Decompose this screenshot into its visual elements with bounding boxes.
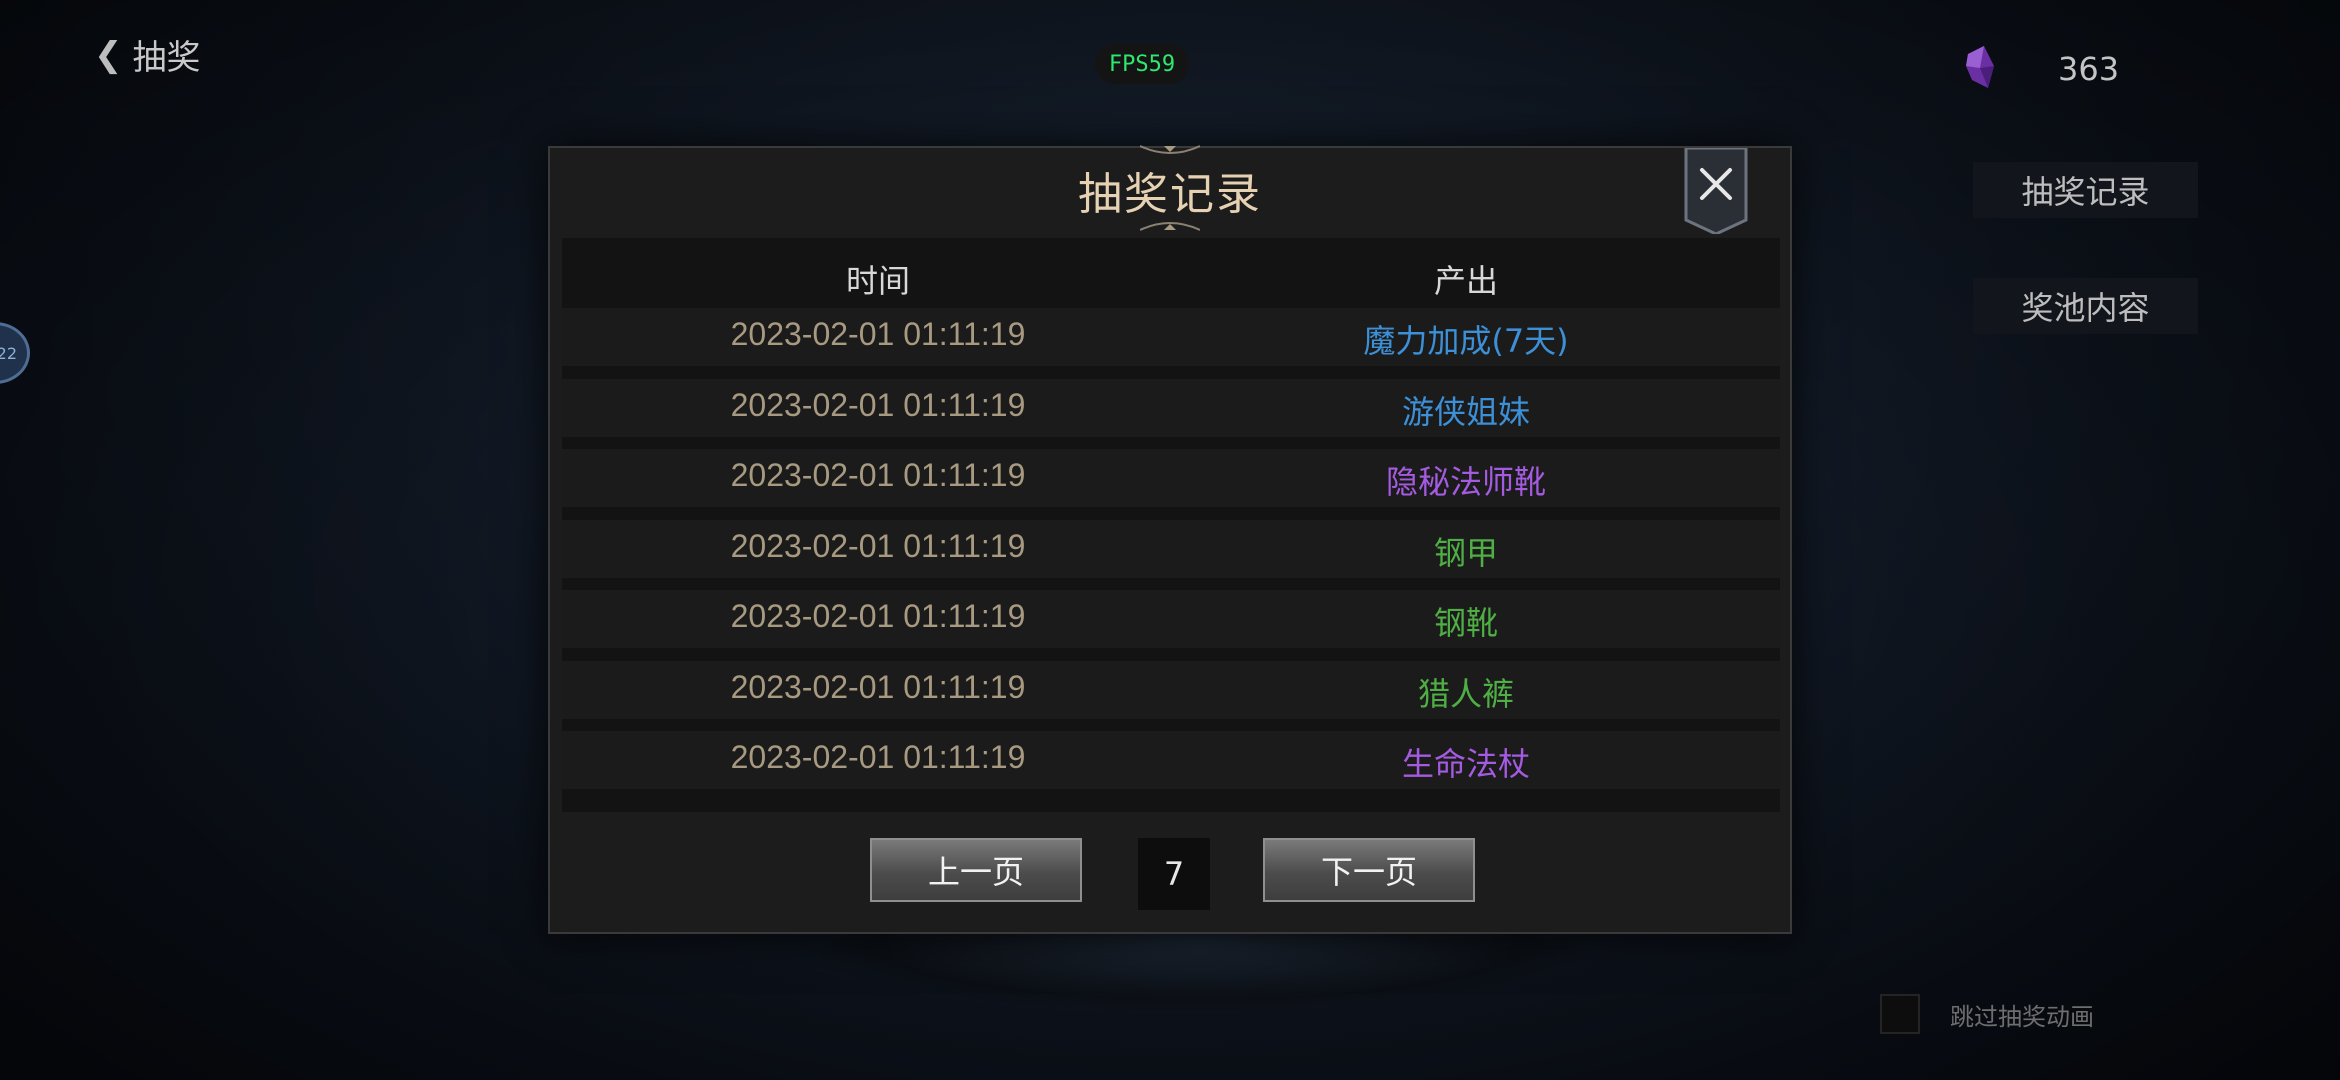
close-button[interactable] — [1684, 148, 1748, 234]
column-time: 时间 — [845, 262, 911, 300]
row-time: 2023-02-01 01:11:19 — [730, 316, 1026, 352]
row-time: 2023-02-01 01:11:19 — [730, 739, 1026, 775]
row-item: 隐秘法师靴 — [1385, 463, 1547, 501]
skip-animation-label: 跳过抽奖动画 — [1950, 1002, 2094, 1031]
table-row: 2023-02-01 01:11:19 游侠姐妹 — [562, 378, 1780, 437]
chevron-left-icon: ❮ — [94, 34, 123, 75]
column-output: 产出 — [1433, 262, 1499, 300]
row-time: 2023-02-01 01:11:19 — [730, 527, 1026, 564]
row-item: 猎人裤 — [1417, 674, 1515, 713]
draw-record-button[interactable]: 抽奖记录 — [1973, 162, 2198, 218]
avatar-badge[interactable]: 22 — [0, 322, 30, 384]
row-item: 钢靴 — [1433, 604, 1499, 642]
table-row: 2023-02-01 01:11:19 魔力加成(7天) — [562, 308, 1780, 366]
table-header: 时间 产出 — [562, 238, 1780, 310]
table-row: 2023-02-01 01:11:19 钢甲 — [562, 519, 1780, 578]
prev-page-button[interactable]: 上一页 — [870, 838, 1082, 902]
table-row: 2023-02-01 01:11:19 钢靴 — [562, 590, 1780, 648]
currency-count: 363 — [2058, 50, 2120, 88]
purple-crystal-icon — [1966, 46, 1994, 88]
row-item: 生命法杖 — [1401, 745, 1531, 783]
table-row: 2023-02-01 01:11:19 猎人裤 — [562, 660, 1780, 719]
row-time: 2023-02-01 01:11:19 — [730, 386, 1026, 423]
prize-pool-button[interactable]: 奖池内容 — [1973, 278, 2198, 334]
skip-animation-checkbox[interactable] — [1880, 994, 1920, 1034]
row-time: 2023-02-01 01:11:19 — [730, 457, 1026, 493]
row-time: 2023-02-01 01:11:19 — [730, 668, 1026, 705]
back-label: 抽奖 — [132, 38, 201, 78]
table-row: 2023-02-01 01:11:19 隐秘法师靴 — [562, 449, 1780, 507]
row-item: 钢甲 — [1433, 533, 1499, 572]
row-item: 魔力加成(7天) — [1363, 322, 1569, 360]
row-item: 游侠姐妹 — [1401, 392, 1531, 431]
ornament-icon — [1140, 145, 1200, 154]
back-button[interactable]: ❮ 抽奖 — [94, 30, 201, 79]
draw-record-dialog: 抽奖记录 时间 产出 2023-02-01 01:11:19 魔力加成(7天) 20… — [548, 145, 1792, 934]
skip-animation-toggle[interactable]: 跳过抽奖动画 — [1880, 994, 2094, 1034]
ornament-icon — [1140, 222, 1200, 231]
table-row: 2023-02-01 01:11:19 生命法杖 — [562, 731, 1780, 789]
page-number: 7 — [1138, 838, 1210, 910]
next-page-button[interactable]: 下一页 — [1263, 838, 1475, 902]
record-table: 时间 产出 2023-02-01 01:11:19 魔力加成(7天) 2023-02… — [562, 238, 1780, 812]
dialog-title: 抽奖记录 — [1078, 169, 1262, 220]
fps-counter: FPS59 — [1095, 44, 1189, 84]
row-time: 2023-02-01 01:11:19 — [730, 598, 1026, 634]
